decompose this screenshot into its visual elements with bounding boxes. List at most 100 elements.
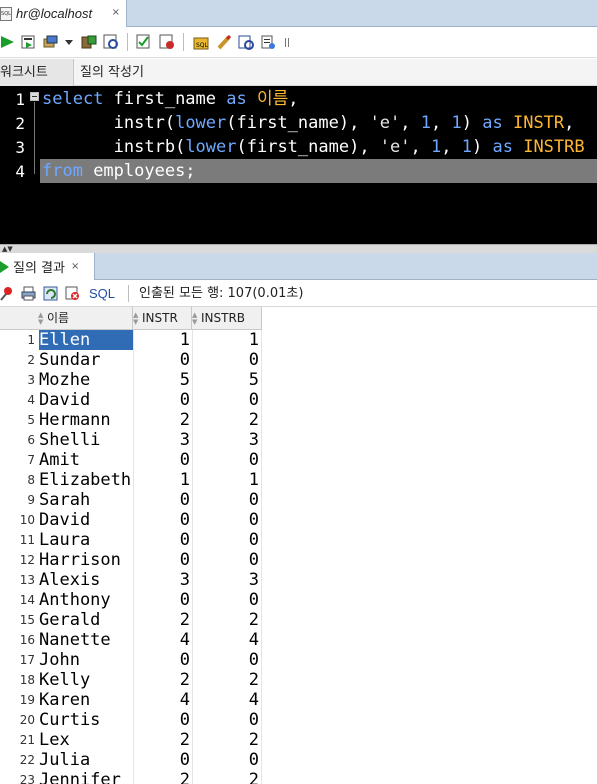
tab-query-builder[interactable]: 질의 작성기 <box>80 59 144 86</box>
name-cell[interactable]: Shelli <box>39 430 133 450</box>
instr-cell[interactable]: 1 <box>133 330 192 350</box>
instrb-cell[interactable]: 2 <box>192 410 262 430</box>
instrb-cell[interactable]: 0 <box>192 750 262 770</box>
commit-icon[interactable] <box>43 34 59 50</box>
instr-cell[interactable]: 0 <box>133 490 192 510</box>
name-cell[interactable]: Curtis <box>39 710 133 730</box>
table-row[interactable]: 1 Ellen 1 1 <box>0 330 262 350</box>
instrb-cell[interactable]: 2 <box>192 670 262 690</box>
name-cell[interactable]: Gerald <box>39 610 133 630</box>
table-row[interactable]: 21 Lex 2 2 <box>0 730 262 750</box>
instr-cell[interactable]: 4 <box>133 630 192 650</box>
instr-cell[interactable]: 2 <box>133 610 192 630</box>
name-cell[interactable]: Ellen <box>39 330 133 350</box>
table-row[interactable]: 18 Kelly 2 2 <box>0 670 262 690</box>
name-cell[interactable]: Hermann <box>39 410 133 430</box>
instr-cell[interactable]: 2 <box>133 770 192 784</box>
name-cell[interactable]: Elizabeth <box>39 470 133 490</box>
dropdown-icon[interactable] <box>64 34 74 50</box>
name-cell[interactable]: Sarah <box>39 490 133 510</box>
run-script-icon[interactable] <box>20 34 36 50</box>
name-cell[interactable]: Anthony <box>39 590 133 610</box>
table-row[interactable]: 11 Laura 0 0 <box>0 530 262 550</box>
pin-icon[interactable] <box>0 286 15 301</box>
table-row[interactable]: 15 Gerald 2 2 <box>0 610 262 630</box>
table-row[interactable]: 12 Harrison 0 0 <box>0 550 262 570</box>
instrb-cell[interactable]: 0 <box>192 710 262 730</box>
table-row[interactable]: 2 Sundar 0 0 <box>0 350 262 370</box>
instrb-cell[interactable]: 0 <box>192 490 262 510</box>
instrb-cell[interactable]: 0 <box>192 450 262 470</box>
explain-plan-icon[interactable] <box>103 34 119 50</box>
name-cell[interactable]: Alexis <box>39 570 133 590</box>
table-row[interactable]: 17 John 0 0 <box>0 650 262 670</box>
document-tab-hr-localhost[interactable]: SQL hr@localhost × <box>0 0 127 27</box>
instr-cell[interactable]: 0 <box>133 550 192 570</box>
instr-cell[interactable]: 0 <box>133 710 192 730</box>
instr-cell[interactable]: 3 <box>133 570 192 590</box>
instrb-cell[interactable]: 0 <box>192 530 262 550</box>
table-row[interactable]: 14 Anthony 0 0 <box>0 590 262 610</box>
name-cell[interactable]: Amit <box>39 450 133 470</box>
tab-worksheet[interactable]: 워크시트 <box>0 59 74 86</box>
run-statement-icon[interactable] <box>0 34 16 50</box>
instrb-cell[interactable]: 2 <box>192 730 262 750</box>
name-cell[interactable]: David <box>39 510 133 530</box>
instr-cell[interactable]: 0 <box>133 750 192 770</box>
panel-splitter[interactable]: ▲▼ <box>0 244 597 253</box>
refresh-icon[interactable] <box>43 286 58 301</box>
instr-cell[interactable]: 0 <box>133 390 192 410</box>
more-icon[interactable] <box>284 34 290 50</box>
instr-cell[interactable]: 2 <box>133 730 192 750</box>
instr-cell[interactable]: 3 <box>133 430 192 450</box>
rollback-icon[interactable] <box>81 34 97 50</box>
instrb-cell[interactable]: 3 <box>192 570 262 590</box>
name-cell[interactable]: Harrison <box>39 550 133 570</box>
collapse-arrows-icon[interactable]: ▲▼ <box>2 245 13 253</box>
header-instr[interactable]: ▲ ▼ INSTR <box>133 307 192 330</box>
name-cell[interactable]: Nanette <box>39 630 133 650</box>
instr-cell[interactable]: 0 <box>133 650 192 670</box>
instrb-cell[interactable]: 0 <box>192 510 262 530</box>
table-row[interactable]: 13 Alexis 3 3 <box>0 570 262 590</box>
table-row[interactable]: 4 David 0 0 <box>0 390 262 410</box>
instr-cell[interactable]: 1 <box>133 470 192 490</box>
instr-cell[interactable]: 0 <box>133 450 192 470</box>
table-row[interactable]: 9 Sarah 0 0 <box>0 490 262 510</box>
instrb-cell[interactable]: 3 <box>192 430 262 450</box>
instr-cell[interactable]: 0 <box>133 510 192 530</box>
name-cell[interactable]: Karen <box>39 690 133 710</box>
table-row[interactable]: 7 Amit 0 0 <box>0 450 262 470</box>
instrb-cell[interactable]: 1 <box>192 330 262 350</box>
fold-collapse-icon[interactable] <box>30 92 39 101</box>
table-row[interactable]: 6 Shelli 3 3 <box>0 430 262 450</box>
table-row[interactable]: 3 Mozhe 5 5 <box>0 370 262 390</box>
name-cell[interactable]: Jennifer <box>39 770 133 784</box>
table-row[interactable]: 19 Karen 4 4 <box>0 690 262 710</box>
instrb-cell[interactable]: 2 <box>192 610 262 630</box>
instrb-cell[interactable]: 0 <box>192 390 262 410</box>
name-cell[interactable]: Julia <box>39 750 133 770</box>
table-row[interactable]: 16 Nanette 4 4 <box>0 630 262 650</box>
sql-link[interactable]: SQL <box>89 280 115 307</box>
sql-tuning-icon[interactable] <box>159 34 175 50</box>
unshared-worksheet-icon[interactable] <box>238 34 254 50</box>
name-cell[interactable]: Sundar <box>39 350 133 370</box>
table-row[interactable]: 20 Curtis 0 0 <box>0 710 262 730</box>
print-icon[interactable] <box>21 286 36 301</box>
table-row[interactable]: 22 Julia 0 0 <box>0 750 262 770</box>
results-grid[interactable]: ▲ ▼ 이름 ▲ ▼ INSTR ▲ ▼ INSTRB 1 Ellen 1 1 2 Sundar 0 0 3… <box>0 307 597 784</box>
name-cell[interactable]: Laura <box>39 530 133 550</box>
sort-icon[interactable]: ▲ ▼ <box>192 311 200 326</box>
table-row[interactable]: 10 David 0 0 <box>0 510 262 530</box>
name-cell[interactable]: Kelly <box>39 670 133 690</box>
instr-cell[interactable]: 4 <box>133 690 192 710</box>
table-row[interactable]: 8 Elizabeth 1 1 <box>0 470 262 490</box>
instrb-cell[interactable]: 2 <box>192 770 262 784</box>
name-cell[interactable]: David <box>39 390 133 410</box>
format-icon[interactable] <box>260 34 276 50</box>
sort-icon[interactable]: ▲ ▼ <box>38 311 46 326</box>
instrb-cell[interactable]: 0 <box>192 550 262 570</box>
instrb-cell[interactable]: 0 <box>192 590 262 610</box>
name-cell[interactable]: John <box>39 650 133 670</box>
